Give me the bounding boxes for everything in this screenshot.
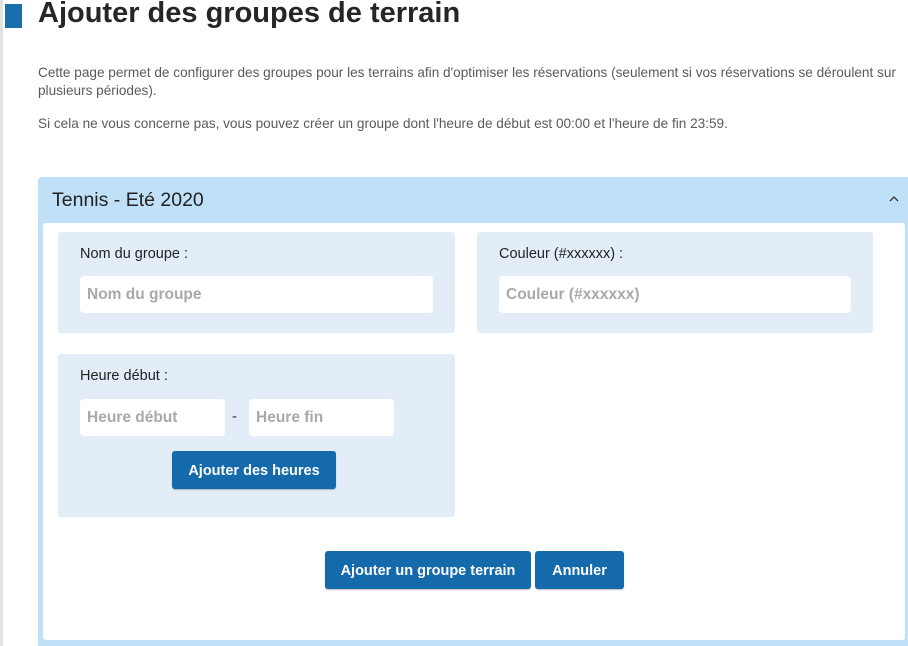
page-title: Ajouter des groupes de terrain (38, 0, 461, 29)
left-border (0, 0, 3, 646)
panel-body: Nom du groupe : Couleur (#xxxxxx) : Heur… (43, 223, 905, 640)
group-name-label: Nom du groupe : (80, 246, 189, 262)
hour-range-separator: - (232, 408, 237, 425)
page-description-note: Si cela ne vous concerne pas, vous pouve… (38, 116, 728, 131)
start-hour-input[interactable] (80, 399, 225, 436)
add-terrain-group-button[interactable]: Ajouter un groupe terrain (325, 551, 531, 589)
color-input[interactable] (499, 276, 851, 313)
terrain-group-panel: Tennis - Eté 2020 Nom du groupe : Couleu… (38, 177, 908, 646)
page-description: Cette page permet de configurer des grou… (38, 65, 896, 98)
group-name-input[interactable] (80, 276, 433, 313)
chevron-up-icon[interactable] (886, 190, 902, 208)
hours-card: Heure début : - Ajouter des heures (58, 354, 455, 517)
start-hour-label: Heure début : (80, 368, 168, 384)
title-accent-marker (5, 4, 22, 28)
add-hours-button[interactable]: Ajouter des heures (172, 451, 336, 489)
end-hour-input[interactable] (249, 399, 394, 436)
color-card: Couleur (#xxxxxx) : (477, 232, 873, 333)
group-name-card: Nom du groupe : (58, 232, 455, 333)
color-label: Couleur (#xxxxxx) : (499, 246, 624, 262)
cancel-button[interactable]: Annuler (535, 551, 624, 589)
panel-title: Tennis - Eté 2020 (52, 189, 204, 211)
